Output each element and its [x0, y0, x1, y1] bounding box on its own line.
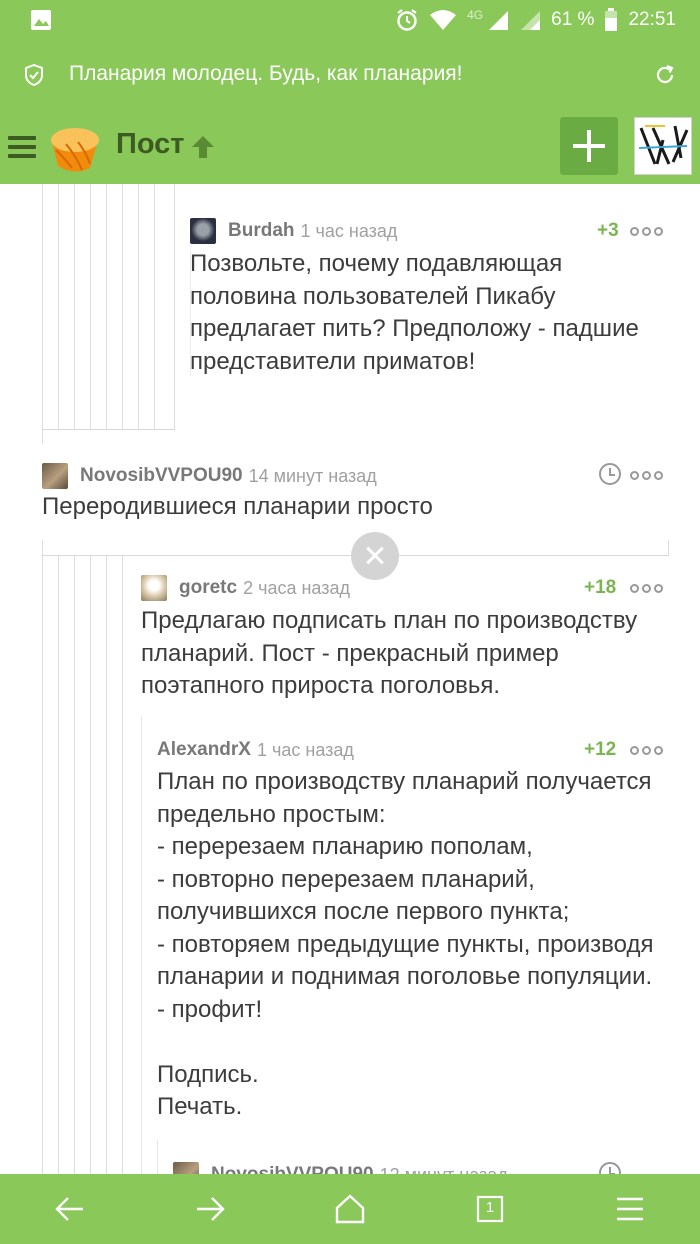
notification-banner[interactable]: Планария молодец. Будь, как планария! — [0, 40, 700, 110]
up-arrow-icon[interactable] — [190, 134, 216, 165]
battery-icon — [604, 8, 618, 32]
comment-time: 1 час назад — [300, 220, 398, 241]
comment-author[interactable]: NovosibVVPOU90 — [80, 465, 243, 487]
network-type: 4G — [467, 8, 484, 22]
comment-text: План по производству планарий получается… — [157, 768, 654, 1120]
avatar[interactable] — [634, 117, 692, 175]
collapse-thread-button[interactable] — [351, 532, 399, 580]
tabs-icon[interactable]: 1 — [473, 1192, 507, 1226]
comment-time: 1 час назад — [256, 739, 354, 760]
wifi-icon — [429, 9, 457, 31]
more-icon[interactable] — [630, 227, 663, 236]
comment-author[interactable]: Burdah — [228, 220, 295, 242]
comment-author[interactable]: goretc — [179, 577, 237, 599]
home-icon[interactable] — [333, 1192, 367, 1226]
tab-count: 1 — [485, 1199, 495, 1216]
comment-time: 14 минут назад — [248, 465, 377, 486]
comment-score: +3 — [597, 220, 619, 241]
forward-arrow-icon[interactable] — [193, 1192, 227, 1226]
comment-text: Предлагаю подписать план по производству… — [141, 607, 638, 699]
comment-text: Переродившиеся планарии просто — [42, 493, 433, 520]
app-header: Пост — [0, 110, 700, 184]
alarm-icon — [395, 8, 419, 32]
plus-icon[interactable] — [560, 117, 618, 175]
battery-percent: 61 % — [551, 9, 595, 30]
avatar[interactable] — [42, 463, 68, 489]
image-icon — [30, 9, 52, 36]
clock-icon — [599, 1162, 621, 1174]
comment-header: NovosibVVPOU90 12 минут назад — [173, 1162, 508, 1174]
comment-header: goretc 2 часа назад — [141, 575, 350, 601]
avatar[interactable] — [141, 575, 167, 601]
logo[interactable] — [46, 120, 102, 176]
more-icon[interactable] — [630, 584, 663, 593]
more-icon[interactable] — [630, 746, 663, 755]
comment-text: Позвольте, почему подавляющая половина п… — [190, 250, 639, 375]
comments-area[interactable]: Burdah 1 час назад +3 Позвольте, почему … — [0, 184, 700, 1174]
comment-header: NovosibVVPOU90 14 минут назад — [42, 463, 377, 489]
more-icon[interactable] — [630, 471, 663, 480]
page-title: Пост — [116, 128, 185, 160]
comment-author[interactable]: NovosibVVPOU90 — [211, 1164, 374, 1174]
comment-score: +12 — [584, 739, 617, 760]
clock-time: 22:51 — [628, 9, 676, 30]
bottom-navigation: 1 — [0, 1174, 700, 1244]
comment-author[interactable]: AlexandrX — [157, 739, 251, 761]
avatar[interactable] — [190, 218, 216, 244]
status-bar: 4G 61 % 22:51 — [0, 0, 700, 40]
signal-icon — [487, 9, 509, 31]
menu-icon[interactable] — [613, 1192, 647, 1226]
comment-time: 12 минут назад — [380, 1165, 508, 1175]
comment-header: AlexandrX 1 час назад — [157, 737, 354, 763]
avatar[interactable] — [173, 1162, 199, 1174]
comment-score: +18 — [584, 577, 617, 598]
refresh-icon[interactable] — [654, 64, 676, 91]
back-arrow-icon[interactable] — [53, 1192, 87, 1226]
comment-header: Burdah 1 час назад — [190, 218, 397, 244]
shield-icon — [24, 63, 44, 91]
comment-time: 2 часа назад — [243, 577, 351, 598]
clock-icon — [599, 463, 621, 485]
notification-text: Планария молодец. Будь, как планария! — [69, 62, 463, 85]
signal-icon-2 — [519, 9, 541, 31]
menu-icon[interactable] — [8, 136, 36, 158]
